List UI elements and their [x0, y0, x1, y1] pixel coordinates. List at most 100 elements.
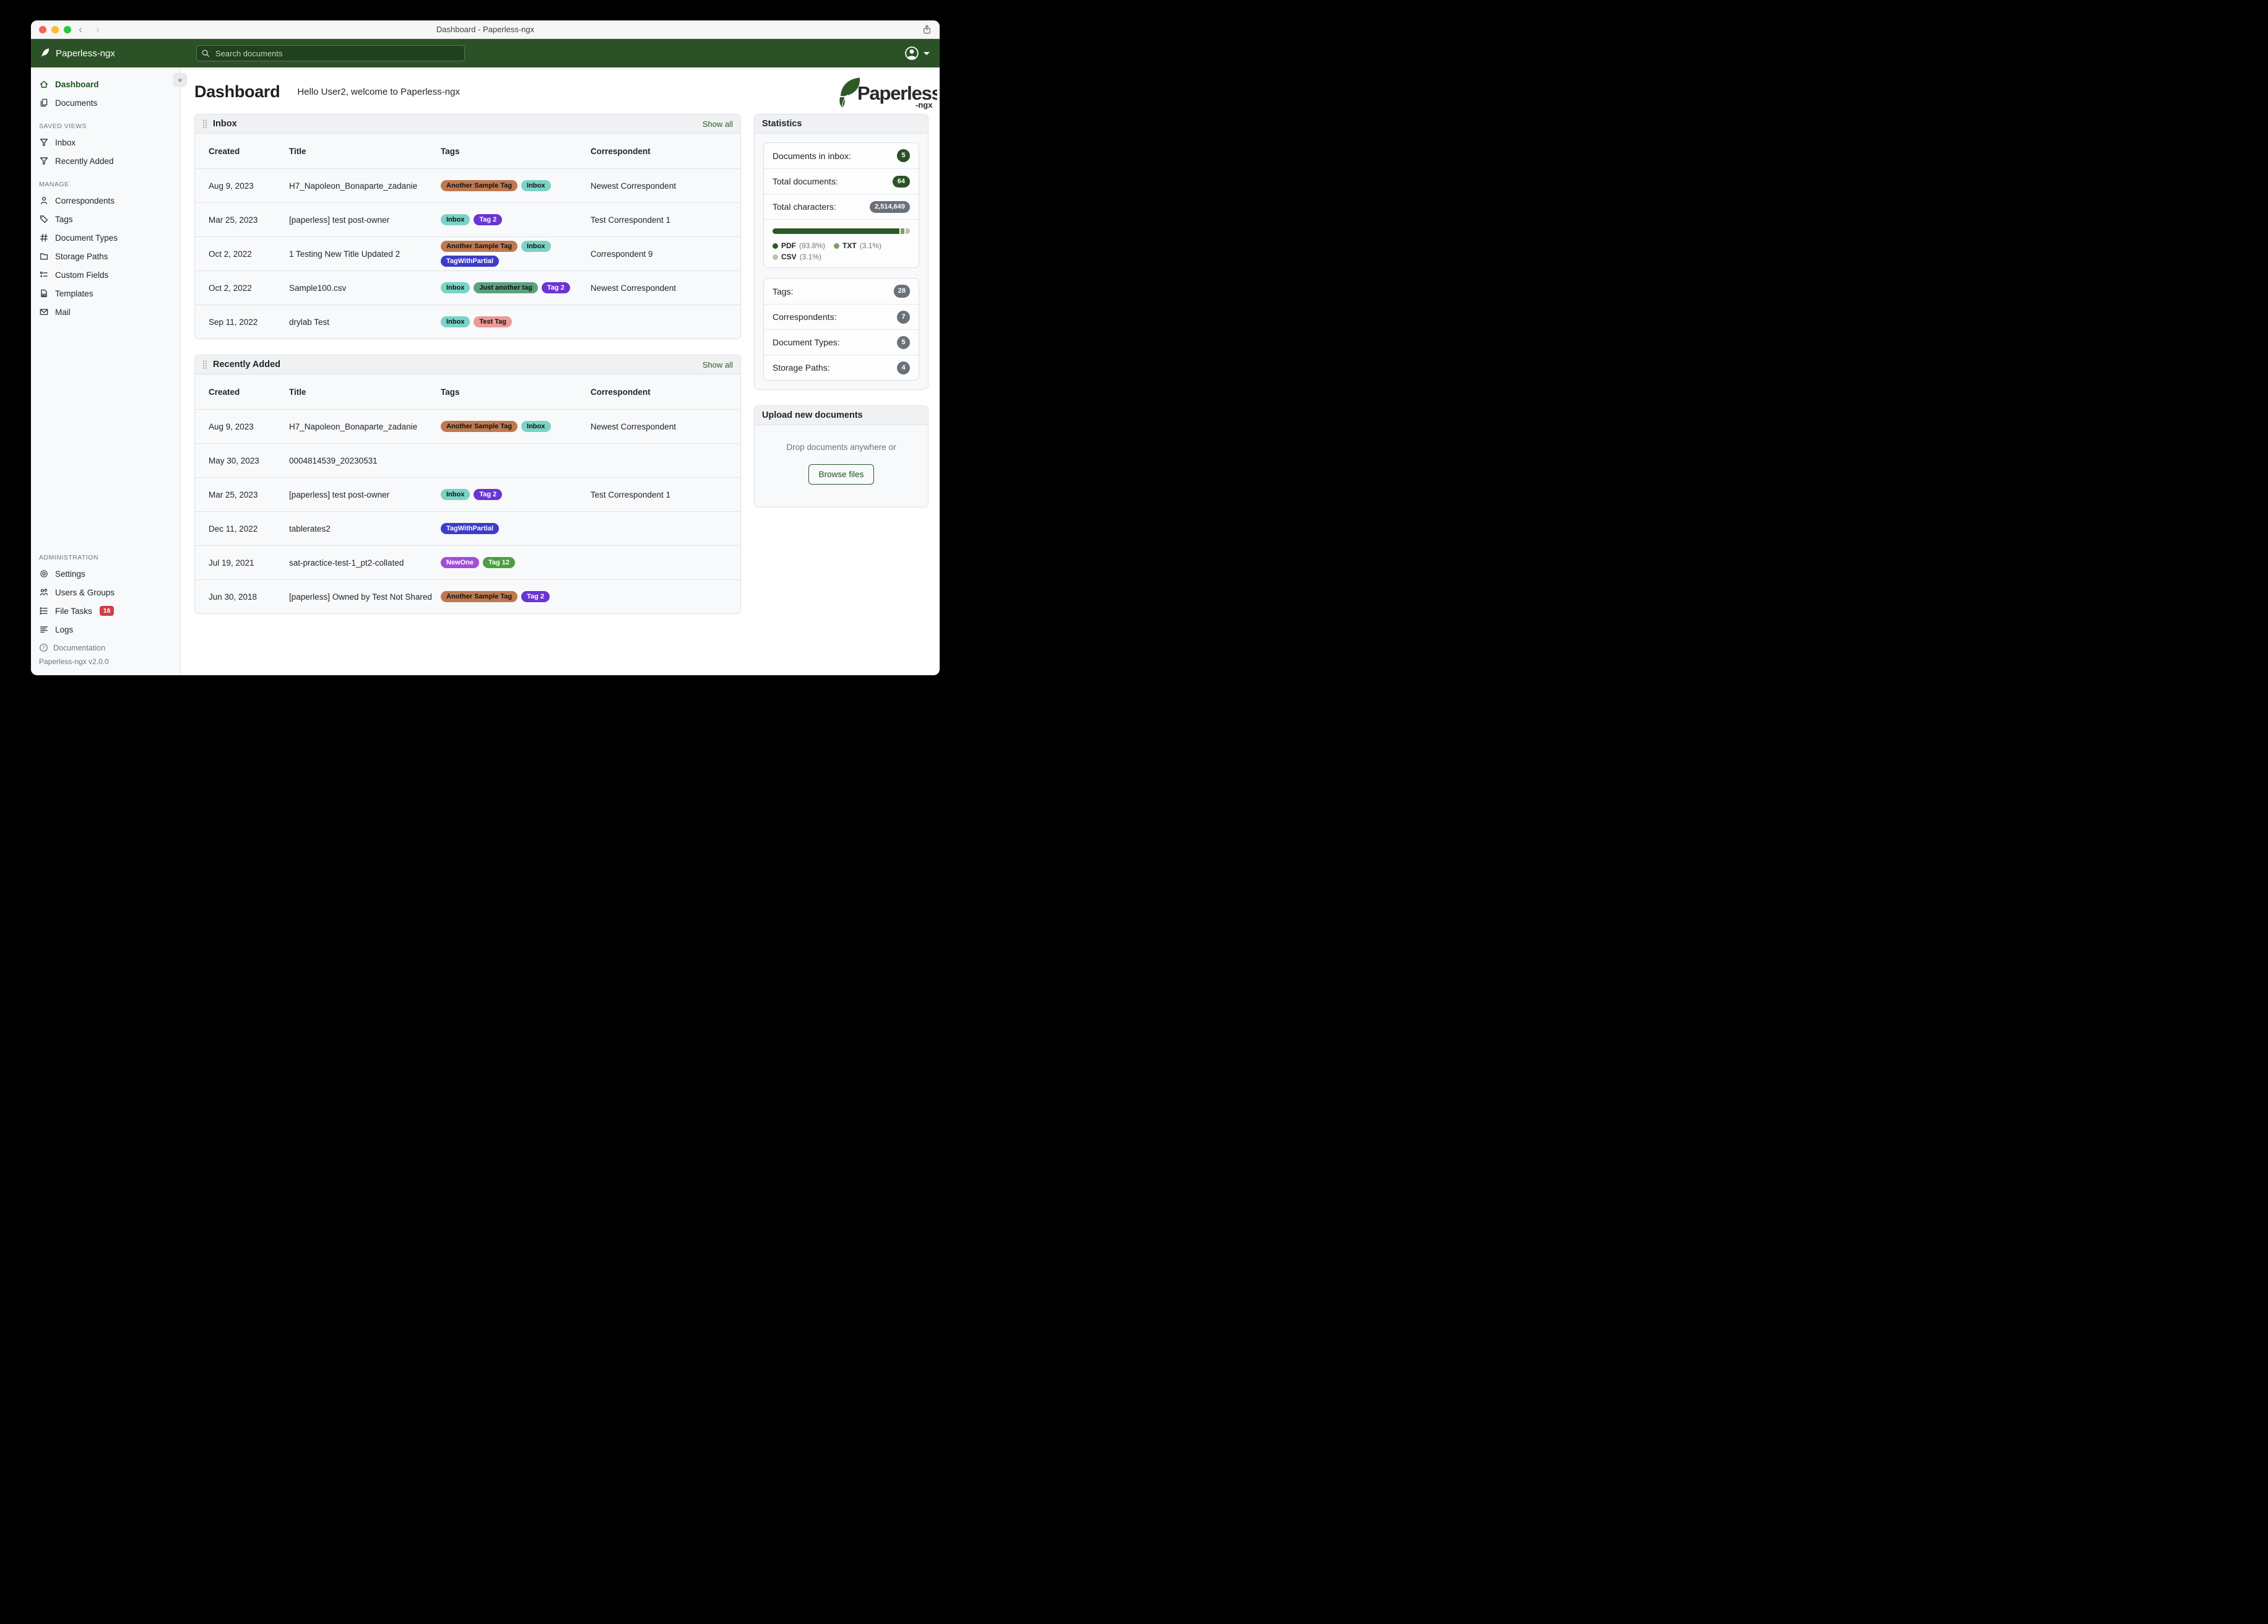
- svg-text:-ngx: -ngx: [915, 100, 933, 110]
- tag-just-another-tag[interactable]: Just another tag: [474, 282, 538, 293]
- tag-inbox[interactable]: Inbox: [441, 489, 470, 500]
- tag-inbox[interactable]: Inbox: [521, 421, 551, 432]
- forward-icon[interactable]: ›: [92, 22, 104, 37]
- table-row[interactable]: Mar 25, 2023 [paperless] test post-owner…: [195, 202, 740, 236]
- cell-tags: Another Sample Tag Tag 2: [441, 591, 591, 602]
- gear-icon: [39, 569, 49, 579]
- sidebar-collapse-button[interactable]: «: [173, 73, 187, 87]
- sidebar-item-logs[interactable]: Logs: [31, 620, 180, 639]
- svg-text:?: ?: [42, 645, 45, 650]
- show-all-link[interactable]: Show all: [703, 360, 733, 369]
- panel-title: Inbox: [213, 119, 237, 129]
- table-row[interactable]: Jul 19, 2021 sat-practice-test-1_pt2-col…: [195, 545, 740, 579]
- sidebar-item-mail[interactable]: Mail: [31, 303, 180, 321]
- minimize-button[interactable]: [51, 26, 59, 33]
- tag-another-sample-tag[interactable]: Another Sample Tag: [441, 421, 518, 432]
- search-icon: [202, 50, 209, 57]
- cell-title: 1 Testing New Title Updated 2: [289, 249, 400, 259]
- sidebar-section-manage: MANAGE: [39, 181, 69, 188]
- file-type-chart: PDF (93.8%) TXT (3.1%) CSV (3.1%): [764, 219, 919, 267]
- tag-another-sample-tag[interactable]: Another Sample Tag: [441, 591, 518, 602]
- tag-inbox[interactable]: Inbox: [521, 241, 551, 252]
- sidebar-item-documents[interactable]: Documents: [31, 93, 180, 112]
- cell-title: sat-practice-test-1_pt2-collated: [289, 558, 404, 568]
- drag-handle-icon[interactable]: [202, 119, 207, 129]
- stat-badge: 5: [897, 149, 910, 162]
- tag-inbox[interactable]: Inbox: [441, 282, 470, 293]
- sidebar-item-settings[interactable]: Settings: [31, 564, 180, 583]
- sidebar-item-users-groups[interactable]: Users & Groups: [31, 583, 180, 602]
- search-input[interactable]: [196, 45, 465, 61]
- question-icon: ?: [39, 643, 48, 652]
- drag-handle-icon[interactable]: [202, 360, 207, 369]
- cell-tags: TagWithPartial: [441, 523, 591, 534]
- table-row[interactable]: May 30, 2023 0004814539_20230531: [195, 443, 740, 477]
- stat-badge: 2,514,649: [870, 201, 910, 213]
- sidebar-item-file-tasks[interactable]: File Tasks 16: [31, 602, 180, 620]
- sidebar-item-documentation[interactable]: ? Documentation: [31, 639, 180, 654]
- tag-tag-2[interactable]: Tag 2: [474, 214, 503, 225]
- cell-created: Oct 2, 2022: [209, 249, 252, 259]
- tag-tag-12[interactable]: Tag 12: [483, 557, 516, 568]
- cell-tags: Inbox Tag 2: [441, 489, 591, 500]
- table-row[interactable]: Dec 11, 2022 tablerates2 TagWithPartial: [195, 511, 740, 545]
- tag-inbox[interactable]: Inbox: [521, 180, 551, 191]
- sidebar-item-correspondents[interactable]: Correspondents: [31, 191, 180, 210]
- sidebar-item-inbox[interactable]: Inbox: [31, 133, 180, 152]
- tasks-icon: [39, 606, 49, 616]
- table-row[interactable]: Sep 11, 2022 drylab Test Inbox Test Tag: [195, 304, 740, 339]
- sidebar-item-custom-fields[interactable]: Custom Fields: [31, 266, 180, 284]
- column-header-created: Created: [209, 146, 240, 156]
- stat-row-tags-: Tags: 28: [764, 279, 919, 304]
- panel-recently-added: Recently Added Show all Created Title Tags…: [194, 355, 741, 614]
- column-header-correspondent: Correspondent: [591, 146, 651, 156]
- back-icon[interactable]: ‹: [74, 22, 87, 37]
- browse-files-button[interactable]: Browse files: [808, 464, 875, 485]
- cell-created: Jun 30, 2018: [209, 592, 258, 602]
- tag-tag-2[interactable]: Tag 2: [521, 591, 550, 602]
- sidebar-item-storage-paths[interactable]: Storage Paths: [31, 247, 180, 266]
- table-row[interactable]: Oct 2, 2022 1 Testing New Title Updated …: [195, 236, 740, 270]
- tag-another-sample-tag[interactable]: Another Sample Tag: [441, 180, 518, 191]
- sidebar-item-dashboard[interactable]: Dashboard: [31, 75, 180, 93]
- show-all-link[interactable]: Show all: [703, 119, 733, 129]
- table-row[interactable]: Aug 9, 2023 H7_Napoleon_Bonaparte_zadani…: [195, 168, 740, 202]
- tag-newone[interactable]: NewOne: [441, 557, 480, 568]
- sidebar-item-templates[interactable]: Templates: [31, 284, 180, 303]
- account-menu[interactable]: [904, 46, 930, 61]
- share-icon[interactable]: [922, 24, 932, 38]
- table-row[interactable]: Oct 2, 2022 Sample100.csv Inbox Just anot…: [195, 270, 740, 304]
- brand[interactable]: Paperless-ngx: [40, 46, 115, 60]
- home-icon: [39, 79, 49, 89]
- close-button[interactable]: [39, 26, 46, 33]
- cell-tags: Another Sample Tag Inbox: [441, 421, 591, 432]
- tag-inbox[interactable]: Inbox: [441, 214, 470, 225]
- tag-tag-2[interactable]: Tag 2: [541, 282, 570, 293]
- logs-icon: [39, 624, 49, 634]
- sidebar-item-document-types[interactable]: Document Types: [31, 228, 180, 247]
- cell-correspondent: Correspondent 9: [591, 249, 653, 259]
- template-icon: [39, 288, 49, 298]
- mail-icon: [39, 307, 49, 317]
- tag-tagwithpartial[interactable]: TagWithPartial: [441, 256, 500, 267]
- panel-inbox: Inbox Show all Created Title Tags Correspon…: [194, 114, 741, 339]
- tag-test-tag[interactable]: Test Tag: [474, 316, 512, 327]
- tag-another-sample-tag[interactable]: Another Sample Tag: [441, 241, 518, 252]
- sidebar-item-recently-added[interactable]: Recently Added: [31, 152, 180, 170]
- cell-created: Mar 25, 2023: [209, 215, 258, 225]
- tag-inbox[interactable]: Inbox: [441, 316, 470, 327]
- column-header-created: Created: [209, 387, 240, 397]
- main-content: Paperless -ngx Dashboard Hello User2, we…: [181, 67, 940, 675]
- cell-tags: Another Sample Tag Inbox: [441, 180, 591, 191]
- cell-title: [paperless] test post-owner: [289, 215, 390, 225]
- sidebar-section-saved-views: SAVED VIEWS: [39, 123, 87, 130]
- maximize-button[interactable]: [64, 26, 71, 33]
- folder-icon: [39, 251, 49, 261]
- table-row[interactable]: Mar 25, 2023 [paperless] test post-owner…: [195, 477, 740, 511]
- sidebar-item-tags[interactable]: Tags: [31, 210, 180, 228]
- table-row[interactable]: Jun 30, 2018 [paperless] Owned by Test N…: [195, 579, 740, 613]
- table-row[interactable]: Aug 9, 2023 H7_Napoleon_Bonaparte_zadani…: [195, 409, 740, 443]
- tag-tagwithpartial[interactable]: TagWithPartial: [441, 523, 500, 534]
- cell-title: drylab Test: [289, 317, 330, 327]
- tag-tag-2[interactable]: Tag 2: [474, 489, 503, 500]
